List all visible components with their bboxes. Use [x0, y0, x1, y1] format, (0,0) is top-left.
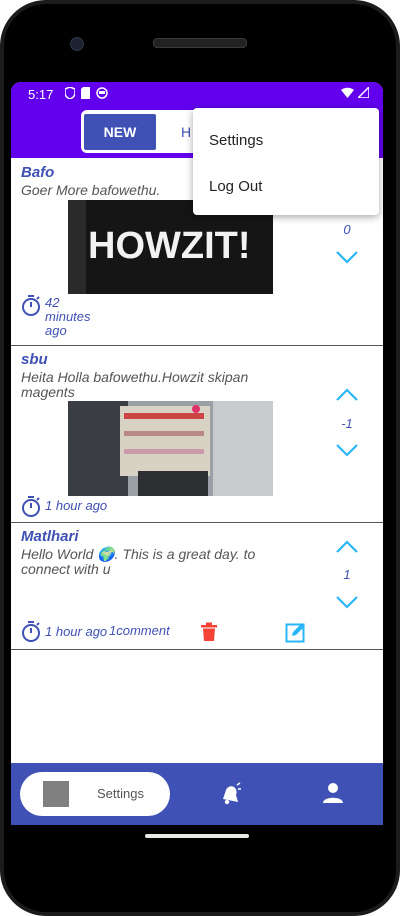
phone-frame: 5:17 NEW H Settings Log Out Bafo Goer Mo… — [0, 0, 400, 916]
downvote-chevron-icon[interactable] — [335, 595, 359, 609]
nav-settings-label: Settings — [97, 786, 144, 801]
post-text-line-2: magents — [21, 384, 75, 400]
edit-icon[interactable] — [285, 621, 307, 643]
trash-icon[interactable] — [200, 622, 218, 642]
wifi-icon — [341, 87, 354, 98]
profile-person-icon[interactable] — [322, 782, 344, 804]
tab-new[interactable]: NEW — [84, 114, 156, 150]
post-author[interactable]: Matlhari — [21, 528, 79, 545]
post-card[interactable]: sbu Heita Holla bafowethu.Howzit skipan … — [11, 346, 383, 523]
post-time-line-2: minutes — [45, 309, 91, 324]
status-time: 5:17 — [28, 87, 54, 102]
notification-bell-icon[interactable] — [218, 782, 242, 806]
vote-score: -1 — [341, 416, 353, 431]
post-author[interactable]: Bafo — [21, 164, 54, 181]
sd-card-icon — [81, 87, 90, 99]
downvote-chevron-icon[interactable] — [335, 250, 359, 264]
post-image[interactable] — [68, 401, 273, 496]
post-text-line-1: Hello World 🌍. This is a great day. to — [21, 546, 256, 562]
post-card[interactable]: Matlhari Hello World 🌍. This is a great … — [11, 523, 383, 650]
earpiece-speaker — [153, 38, 247, 48]
post-time: 42 minutes ago — [45, 296, 91, 338]
home-indicator[interactable] — [145, 834, 249, 838]
vote-score: 0 — [343, 222, 351, 237]
stopwatch-icon — [22, 621, 40, 642]
stopwatch-icon — [22, 295, 40, 316]
post-text: Goer More bafowethu. — [21, 182, 161, 198]
menu-item-settings[interactable]: Settings — [209, 132, 263, 149]
front-camera — [70, 37, 84, 51]
nav-settings-button[interactable]: Settings — [20, 772, 170, 816]
post-author[interactable]: sbu — [21, 351, 48, 368]
vote-score: 1 — [343, 567, 351, 582]
post-text-line-1: Heita Holla bafowethu.Howzit skipan — [21, 369, 249, 385]
post-time-line-1: 42 — [45, 295, 60, 310]
status-system-icons — [341, 87, 369, 98]
store-photo — [68, 401, 273, 496]
stopwatch-icon — [22, 496, 40, 517]
app-notification-icon — [96, 87, 108, 99]
post-text: Heita Holla bafowethu.Howzit skipan mage… — [21, 370, 248, 400]
menu-item-logout[interactable]: Log Out — [209, 178, 262, 195]
post-text: Hello World 🌍. This is a great day. to c… — [21, 547, 255, 577]
upvote-chevron-icon[interactable] — [335, 388, 359, 402]
app-screen: 5:17 NEW H Settings Log Out Bafo Goer Mo… — [11, 82, 383, 825]
post-time: 1 hour ago — [45, 624, 108, 639]
comment-count-link[interactable]: 1comment — [109, 623, 170, 638]
post-time: 1 hour ago — [45, 498, 108, 513]
downvote-chevron-icon[interactable] — [335, 443, 359, 457]
status-bar: 5:17 — [11, 82, 383, 106]
settings-placeholder-icon — [43, 781, 69, 807]
overflow-menu: Settings Log Out — [193, 108, 379, 215]
image-caption: HOWZIT! — [88, 225, 251, 267]
post-time-line-3: ago — [45, 323, 67, 338]
status-notification-icons — [65, 87, 108, 99]
shield-icon — [65, 87, 75, 99]
bottom-navigation: Settings — [11, 763, 383, 825]
post-text-line-2: connect with u — [21, 561, 111, 577]
upvote-chevron-icon[interactable] — [335, 540, 359, 554]
signal-icon — [358, 87, 369, 98]
